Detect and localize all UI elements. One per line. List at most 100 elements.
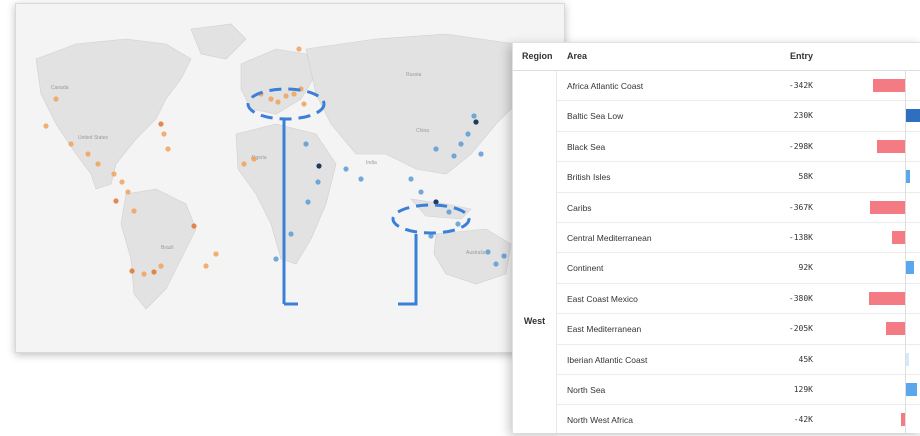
port-marker[interactable] [446,209,452,215]
table-row[interactable]: North West Africa -42K [557,405,920,436]
map-label-canada: Canada [51,85,69,91]
entry-cell: -298K [788,141,813,151]
port-marker[interactable] [301,101,307,107]
map-label-brazil: Brazil [161,245,174,251]
entry-bar [891,230,905,244]
entry-bar [905,261,914,275]
region-cell: West [513,71,557,433]
port-marker[interactable] [129,268,135,274]
port-marker[interactable] [493,261,499,267]
table-row[interactable]: Central Mediterranean -138K [557,223,920,254]
area-cell: British Isles [567,172,611,183]
port-marker[interactable] [358,176,364,182]
map-label-russia: Russia [406,72,422,78]
entry-cell: -42K [793,415,813,425]
port-marker[interactable] [303,141,309,147]
port-marker[interactable] [113,198,119,204]
port-marker[interactable] [501,253,507,259]
port-marker[interactable] [473,119,479,125]
port-marker[interactable] [213,251,219,257]
port-marker[interactable] [275,99,281,105]
area-cell: Central Mediterranean [567,232,652,243]
port-marker[interactable] [451,153,457,159]
entry-cell: -342K [788,81,813,90]
world-map[interactable]: Canada United States Brazil Algeria Russ… [16,4,564,352]
table-row[interactable]: Iberian Atlantic Coast 45K [557,345,920,375]
world-map-panel: Canada United States Brazil Algeria Russ… [15,3,565,353]
entry-cell: 230K [793,111,813,121]
port-marker[interactable] [85,151,91,157]
area-cell: Black Sea [567,141,606,152]
table-row[interactable]: Africa Atlantic Coast -342K [557,71,920,102]
port-marker[interactable] [268,96,274,102]
entry-cell: -138K [788,232,813,242]
port-marker[interactable] [316,163,322,169]
header-region[interactable]: Region [522,51,553,61]
area-cell: East Coast Mexico [567,293,638,304]
port-marker[interactable] [251,156,257,162]
table-row[interactable]: Caribs -367K [557,193,920,223]
port-marker[interactable] [283,93,289,99]
port-marker[interactable] [161,131,167,137]
port-marker[interactable] [203,263,209,269]
entry-bar [872,79,905,92]
port-marker[interactable] [191,223,197,229]
map-label-australia: Australia [466,250,486,256]
port-marker[interactable] [291,91,297,97]
port-marker[interactable] [465,131,471,137]
port-marker[interactable] [68,141,74,147]
entry-bar [885,322,905,336]
port-marker[interactable] [408,176,414,182]
port-marker[interactable] [296,46,302,52]
port-marker[interactable] [131,208,137,214]
entry-cell: 129K [793,384,813,394]
entry-bar [870,200,905,214]
port-marker[interactable] [158,263,164,269]
area-cell: North West Africa [567,415,633,426]
port-marker[interactable] [95,161,101,167]
port-marker[interactable] [141,271,147,277]
port-marker[interactable] [305,199,311,205]
port-marker[interactable] [125,189,131,195]
port-marker[interactable] [273,256,279,262]
port-marker[interactable] [165,146,171,152]
table-row[interactable]: East Coast Mexico -380K [557,284,920,315]
region-label: West [523,316,546,326]
port-marker[interactable] [471,113,477,119]
entry-cell: 45K [798,354,813,364]
port-marker[interactable] [343,166,349,172]
area-cell: Africa Atlantic Coast [567,81,644,91]
entry-bar [905,109,920,123]
table-row[interactable]: East Mediterranean -205K [557,314,920,345]
port-marker[interactable] [458,141,464,147]
port-marker[interactable] [43,123,49,129]
port-marker[interactable] [119,179,125,185]
entry-cell: -205K [788,324,813,334]
map-label-united-states: United States [78,135,109,141]
port-marker[interactable] [151,269,157,275]
port-marker[interactable] [158,121,164,127]
table-header: Region Area Entry [513,43,920,71]
port-marker[interactable] [485,249,491,255]
port-marker[interactable] [433,146,439,152]
table-row[interactable]: North Sea 129K [557,375,920,406]
area-cell: North Sea [567,384,606,395]
area-cell: Continent [567,263,604,274]
port-marker[interactable] [111,171,117,177]
entry-cell: 92K [798,263,813,273]
port-marker[interactable] [241,161,247,167]
entry-cell: -380K [788,293,813,303]
header-entry[interactable]: Entry [733,51,813,61]
table-row[interactable]: Continent 92K [557,253,920,284]
port-marker[interactable] [478,151,484,157]
port-marker[interactable] [418,189,424,195]
port-marker[interactable] [315,179,321,185]
port-marker[interactable] [288,231,294,237]
table-row[interactable]: Black Sea -298K [557,132,920,163]
header-area[interactable]: Area [567,51,587,61]
map-label-india: India [366,160,377,166]
table-row[interactable]: Baltic Sea Low 230K [557,101,920,132]
port-marker[interactable] [455,221,461,227]
port-marker[interactable] [53,96,59,102]
table-row[interactable]: British Isles 58K [557,162,920,193]
